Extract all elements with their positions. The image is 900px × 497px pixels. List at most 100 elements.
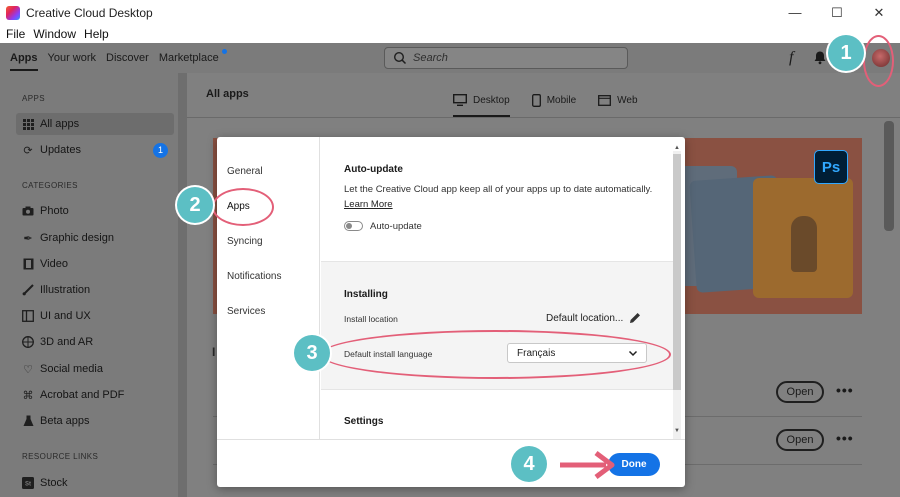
main-scrollbar[interactable] [884,121,894,231]
sidebar-heading-apps: APPS [22,94,45,103]
step-1-marker: 1 [828,35,864,71]
fonts-icon[interactable]: f [789,49,793,67]
tab-desktop[interactable]: Desktop [453,87,510,117]
minimize-button[interactable]: — [774,0,816,25]
dialog-nav: General Apps Syncing Notifications Servi… [217,137,320,439]
photoshop-icon: Ps [814,150,848,184]
section-divider [321,261,673,262]
section-heading: I [212,345,216,359]
edit-pencil-icon[interactable] [629,312,641,324]
more-options-icon[interactable]: ••• [836,430,854,446]
auto-update-toggle[interactable] [344,221,363,231]
auto-update-title: Auto-update [344,164,403,175]
sidebar-item-beta-apps[interactable]: Beta apps [16,410,174,432]
cube-icon [22,336,34,348]
heart-icon: ♡ [23,363,33,376]
stock-icon: St [22,477,34,489]
step-4-marker: 4 [511,446,547,482]
arrow-icon [560,451,615,479]
sidebar-item-label: Photo [40,205,69,217]
sidebar-item-label: Graphic design [40,232,114,244]
open-button[interactable]: Open [776,381,824,403]
sidebar-item-label: Stock [40,477,68,489]
tab-apps[interactable]: Apps [10,43,38,73]
title-bar: Creative Cloud Desktop — ☐ ✕ [0,0,900,25]
installing-title: Installing [344,289,388,300]
highlight-ring-language [320,330,671,379]
camera-icon [22,205,34,217]
page-title: All apps [206,88,249,100]
sidebar-item-stock[interactable]: St Stock [16,472,174,494]
close-button[interactable]: ✕ [858,0,900,25]
sidebar-item-label: Social media [40,363,103,375]
sidebar-item-video[interactable]: Video [16,253,174,275]
sidebar-item-updates[interactable]: ⟳ Updates 1 [16,139,174,161]
install-location-value: Default location... [546,313,624,324]
dialog-nav-general[interactable]: General [227,166,263,177]
footer-divider [217,439,685,440]
dialog-nav-syncing[interactable]: Syncing [227,236,263,247]
sidebar-heading-resources: RESOURCE LINKS [22,452,99,461]
sidebar-item-label: Illustration [40,284,91,296]
browser-icon [598,94,612,106]
auto-update-description: Let the Creative Cloud app keep all of y… [344,184,653,195]
step-3-marker: 3 [294,335,330,371]
tab-discover[interactable]: Discover [106,43,149,73]
auto-update-toggle-label: Auto-update [370,221,422,232]
dialog-nav-services[interactable]: Services [227,306,265,317]
more-options-icon[interactable]: ••• [836,382,854,398]
tab-web[interactable]: Web [598,87,638,113]
tab-marketplace[interactable]: Marketplace [158,43,227,73]
open-button[interactable]: Open [776,429,824,451]
mobile-icon [531,93,541,107]
install-location-label: Install location [344,314,398,324]
search-input[interactable]: Search [384,47,628,69]
bell-icon[interactable] [813,50,827,65]
sidebar-item-illustration[interactable]: Illustration [16,279,174,301]
step-2-marker: 2 [177,187,213,223]
sidebar-item-all-apps[interactable]: All apps [16,113,174,135]
dialog-scrollbar-thumb[interactable] [673,154,681,390]
flask-icon [22,415,34,427]
highlight-ring-apps [212,188,274,226]
refresh-icon: ⟳ [23,144,33,157]
menu-help[interactable]: Help [84,27,109,41]
sidebar-item-acrobat-pdf[interactable]: ⌘ Acrobat and PDF [16,384,174,406]
cat-illustration [791,216,817,272]
top-navigation: Apps Your work Discover Marketplace Sear… [0,43,900,73]
menu-window[interactable]: Window [33,27,76,41]
grid-icon [22,118,34,130]
menu-file[interactable]: File [6,27,25,41]
sidebar-item-ui-ux[interactable]: UI and UX [16,305,174,327]
sidebar-item-label: UI and UX [40,310,91,322]
sidebar-item-3d-ar[interactable]: 3D and AR [16,331,174,353]
scroll-down-arrow-icon[interactable]: ▼ [673,428,681,434]
tab-web-label: Web [617,94,638,106]
desktop-icon [453,94,467,106]
platform-tabs: Desktop Mobile Web [453,87,660,117]
dialog-nav-notifications[interactable]: Notifications [227,271,281,282]
notification-dot [221,49,227,54]
learn-more-link[interactable]: Learn More [344,199,393,210]
search-placeholder: Search [413,52,448,64]
tab-your-work[interactable]: Your work [48,43,97,73]
sidebar-scrollbar[interactable] [178,73,187,497]
sidebar-heading-categories: CATEGORIES [22,181,78,190]
sidebar-item-photo[interactable]: Photo [16,200,174,222]
sidebar-item-label: Video [40,258,68,270]
brush-icon [22,284,34,296]
sidebar-item-social-media[interactable]: ♡ Social media [16,358,174,380]
creative-cloud-logo-icon [6,5,20,20]
dialog-body: Auto-update Let the Creative Cloud app k… [321,137,673,439]
divider [187,117,900,118]
tab-marketplace-label: Marketplace [158,52,219,64]
scroll-up-arrow-icon[interactable]: ▲ [673,145,681,151]
maximize-button[interactable]: ☐ [816,0,858,25]
tab-mobile[interactable]: Mobile [531,87,576,113]
sidebar-item-label: Acrobat and PDF [40,389,125,401]
sidebar: APPS All apps ⟳ Updates 1 CATEGORIES Pho… [0,73,178,497]
menu-bar: File Window Help [0,25,900,43]
sidebar-item-graphic-design[interactable]: ✒ Graphic design [16,227,174,249]
settings-title: Settings [344,416,384,427]
film-icon [22,258,34,270]
